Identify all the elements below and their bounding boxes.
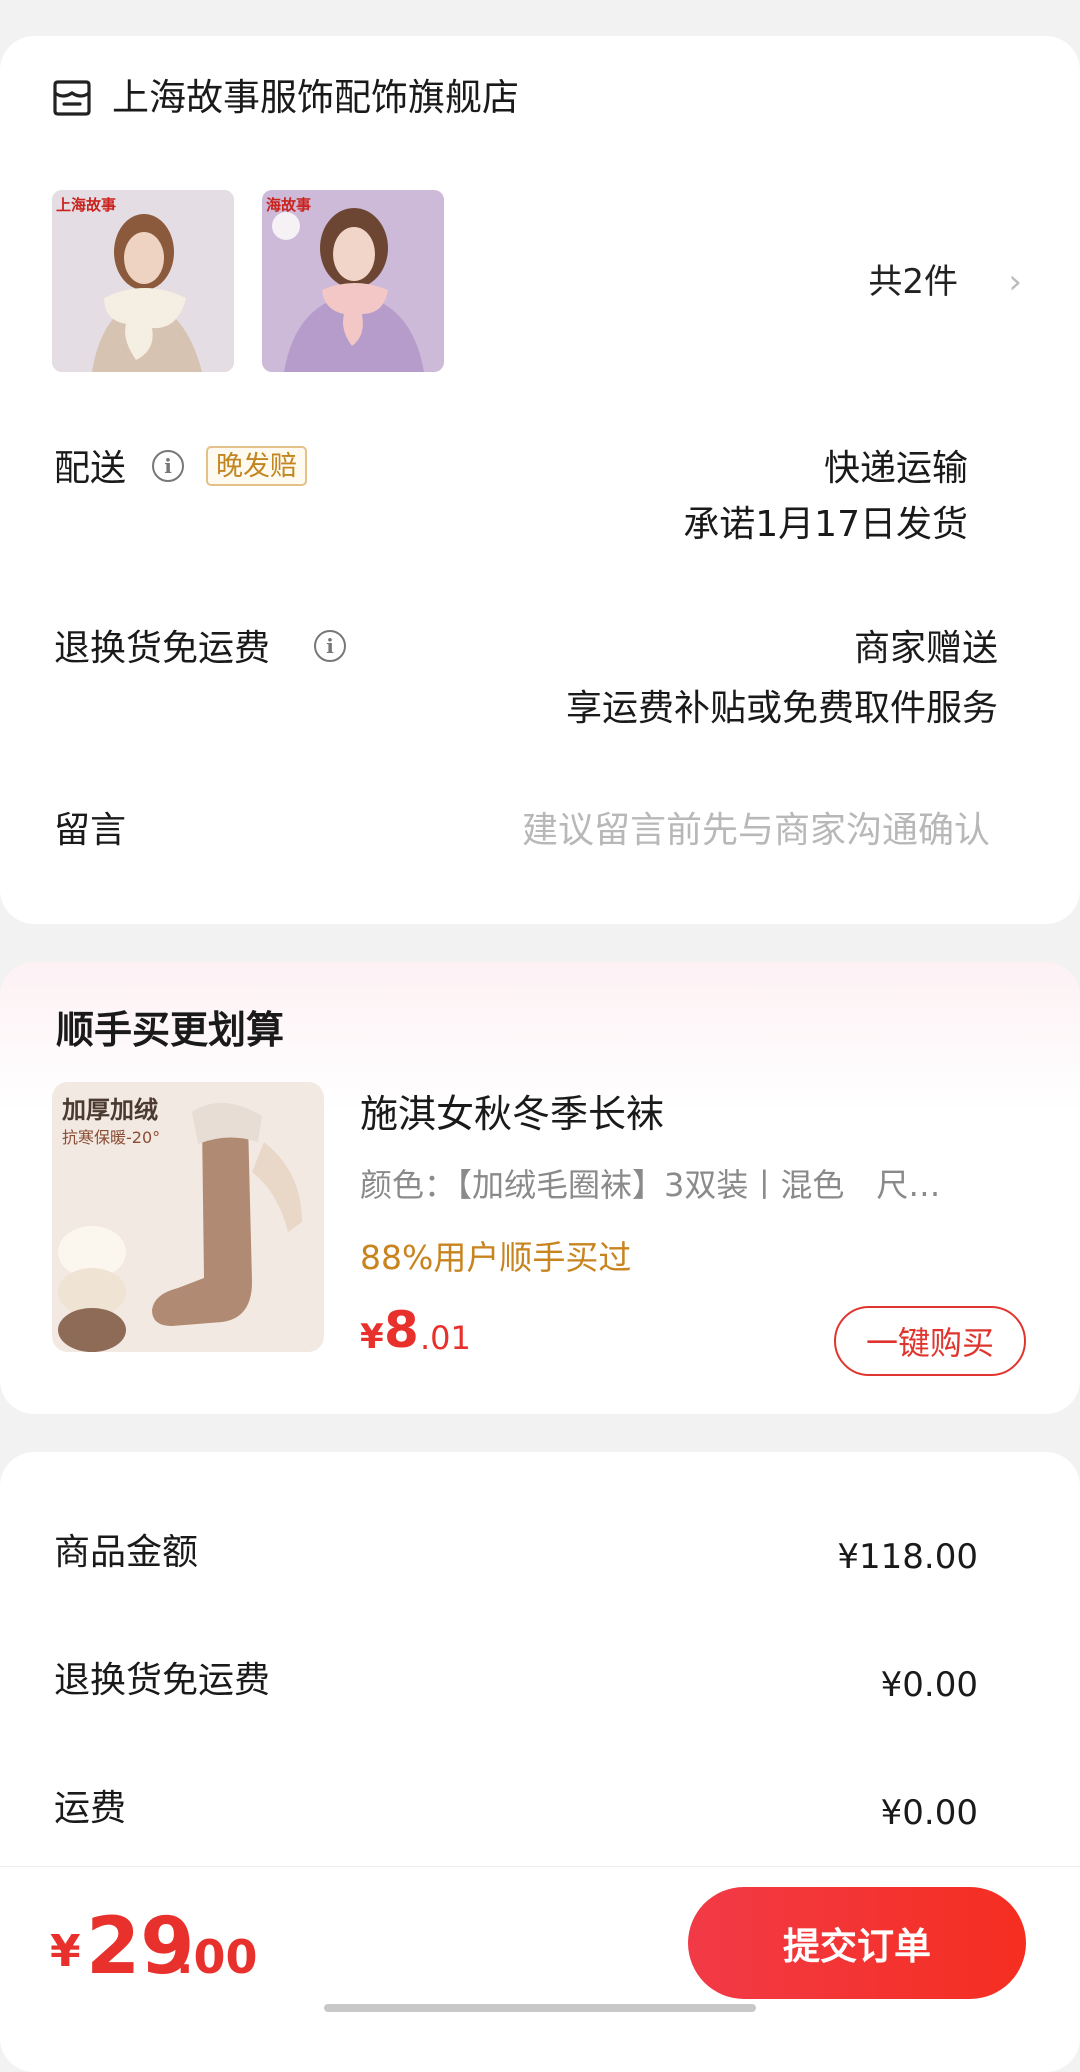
shop-card: 上海故事服饰配饰旗舰店 上海故事 海故事 共2件 › 配送 i 晚发赔 快递运输… — [0, 36, 1080, 924]
addon-price-integer: 8 — [384, 1301, 419, 1359]
info-icon[interactable]: i — [152, 450, 184, 482]
addon-image-headline: 加厚加绒 — [62, 1096, 158, 1124]
shipping-promise: 承诺1月17日发货 — [683, 504, 968, 545]
addon-section-title: 顺手买更划算 — [56, 1008, 285, 1052]
thumb-brand-text: 上海故事 — [56, 196, 117, 214]
chevron-right-icon[interactable]: › — [1008, 262, 1022, 302]
addon-product-name[interactable]: 施淇女秋冬季长袜 — [360, 1090, 664, 1138]
addon-price-decimal: .01 — [420, 1319, 471, 1357]
addon-product-image[interactable]: 加厚加绒 抗寒保暖-20° — [52, 1082, 324, 1352]
total-price-symbol: ¥ — [50, 1926, 81, 1977]
addon-card: 顺手买更划算 加厚加绒 抗寒保暖-20° 施淇女秋冬季长袜 颜色：【加绒毛圈袜】… — [0, 962, 1080, 1414]
checkout-bar: ¥ 29 .00 提交订单 — [0, 1866, 1080, 2017]
addon-image-subline: 抗寒保暖-20° — [62, 1128, 161, 1147]
addon-product-spec[interactable]: 颜色：【加绒毛圈袜】3双装丨混色 尺… — [360, 1164, 1020, 1206]
item-thumbnail-2[interactable]: 海故事 — [262, 190, 444, 372]
one-click-buy-button[interactable]: 一键购买 — [834, 1306, 1026, 1376]
return-shipping-detail: 享运费补贴或免费取件服务 — [565, 688, 998, 729]
store-icon — [52, 78, 92, 118]
summary-label-freight: 运费 — [54, 1788, 127, 1829]
shipping-label: 配送 — [54, 448, 127, 489]
return-shipping-value: 商家赠送 — [853, 628, 998, 669]
info-icon[interactable]: i — [314, 630, 346, 662]
message-label: 留言 — [54, 810, 127, 851]
addon-social-proof: 88%用户顺手买过 — [360, 1238, 632, 1277]
return-shipping-label: 退换货免运费 — [54, 628, 271, 669]
total-price-decimal: .00 — [176, 1930, 258, 1984]
summary-value-goods: ¥118.00 — [837, 1537, 978, 1577]
summary-label-goods: 商品金额 — [54, 1532, 199, 1573]
home-indicator[interactable] — [324, 2004, 756, 2012]
thumb-brand-text: 海故事 — [266, 196, 312, 214]
submit-order-button[interactable]: 提交订单 — [688, 1887, 1026, 1999]
item-thumbnail-1[interactable]: 上海故事 — [52, 190, 234, 372]
store-name[interactable]: 上海故事服饰配饰旗舰店 — [112, 74, 519, 122]
late-compensation-badge: 晚发赔 — [206, 446, 307, 486]
item-count[interactable]: 共2件 — [868, 260, 958, 304]
shipping-method: 快递运输 — [823, 448, 968, 489]
summary-label-return-shipping: 退换货免运费 — [54, 1660, 271, 1701]
summary-value-freight: ¥0.00 — [880, 1793, 978, 1833]
summary-value-return-shipping: ¥0.00 — [880, 1665, 978, 1705]
message-input[interactable]: 建议留言前先与商家沟通确认 — [522, 808, 990, 854]
addon-price-symbol: ¥ — [360, 1317, 384, 1357]
